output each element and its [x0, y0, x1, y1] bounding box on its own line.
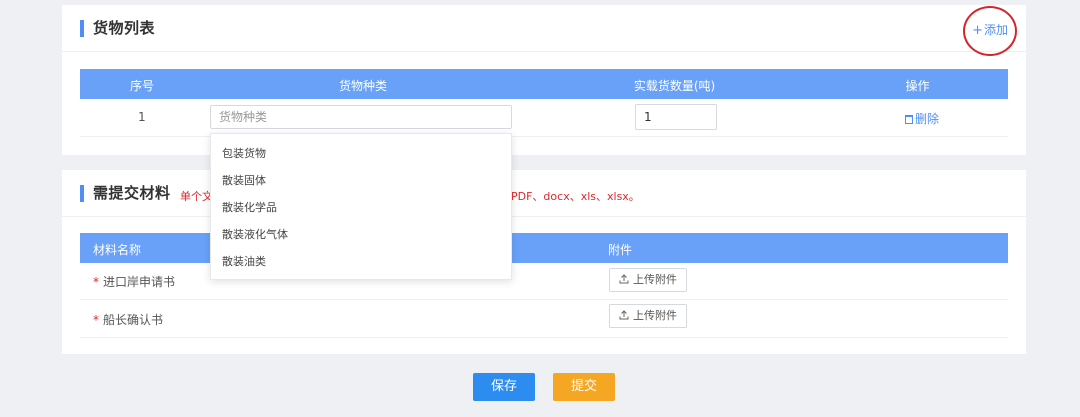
upload-icon — [619, 310, 629, 320]
upload-label: 上传附件 — [633, 309, 677, 322]
materials-header: 需提交材料 单个文 PDF、docx、xls、xlsx。 — [62, 170, 1026, 217]
file-note-right: PDF、docx、xls、xlsx。 — [511, 190, 640, 203]
file-note-left: 单个文 — [180, 190, 213, 203]
goods-list-card: 货物列表 +添加 序号 货物种类 实载货数量(吨) 操作 1 删除 — [62, 5, 1026, 155]
upload-button[interactable]: 上传附件 — [609, 304, 687, 328]
dropdown-option[interactable]: 散装油类 — [211, 248, 511, 275]
submit-button[interactable]: 提交 — [553, 373, 615, 401]
delete-row-button[interactable]: 删除 — [905, 110, 939, 127]
upload-label: 上传附件 — [633, 273, 677, 286]
delete-label: 删除 — [915, 112, 940, 126]
goods-list-header: 货物列表 +添加 — [62, 5, 1026, 52]
dropdown-option[interactable]: 包装货物 — [211, 140, 511, 167]
upload-icon — [619, 274, 629, 284]
add-goods-button[interactable]: +添加 — [972, 21, 1008, 38]
title-bar-icon — [80, 20, 84, 37]
material-name-text: 船长确认书 — [103, 313, 164, 327]
goods-list-title: 货物列表 — [93, 19, 156, 37]
col-material-name: 材料名称 — [93, 243, 142, 257]
materials-card: 需提交材料 单个文 PDF、docx、xls、xlsx。 材料名称 附件 * 进口… — [62, 170, 1026, 354]
row-index: 1 — [138, 110, 146, 124]
plus-icon: + — [972, 23, 983, 38]
material-name-text: 进口岸申请书 — [103, 275, 176, 289]
add-goods-label: 添加 — [983, 23, 1008, 37]
quantity-input[interactable] — [635, 104, 717, 130]
dropdown-option[interactable]: 散装化学品 — [211, 194, 511, 221]
dropdown-option[interactable]: 散装固体 — [211, 167, 511, 194]
col-attachment: 附件 — [608, 243, 633, 257]
table-row: 1 删除 — [80, 99, 1008, 137]
save-button[interactable]: 保存 — [473, 373, 535, 401]
trash-icon — [905, 115, 913, 124]
col-actions: 操作 — [905, 79, 930, 93]
required-mark: * — [93, 275, 99, 289]
upload-button[interactable]: 上传附件 — [609, 268, 687, 292]
material-name: * 船长确认书 — [93, 311, 163, 328]
col-cargo-type: 货物种类 — [338, 79, 387, 93]
col-quantity: 实载货数量(吨) — [633, 79, 716, 93]
table-row: * 船长确认书 上传附件 — [80, 300, 1008, 338]
materials-title: 需提交材料 — [93, 184, 171, 202]
cargo-type-select[interactable] — [210, 105, 512, 129]
col-index: 序号 — [129, 79, 154, 93]
material-name: * 进口岸申请书 — [93, 273, 175, 290]
cargo-type-dropdown: 包装货物 散装固体 散装化学品 散装液化气体 散装油类 — [210, 133, 512, 280]
dropdown-option[interactable]: 散装液化气体 — [211, 221, 511, 248]
required-mark: * — [93, 313, 99, 327]
title-bar-icon — [80, 185, 84, 202]
goods-table-header: 序号 货物种类 实载货数量(吨) 操作 — [80, 69, 1008, 99]
page: 货物列表 +添加 序号 货物种类 实载货数量(吨) 操作 1 删除 需提交材料 … — [0, 0, 1080, 417]
